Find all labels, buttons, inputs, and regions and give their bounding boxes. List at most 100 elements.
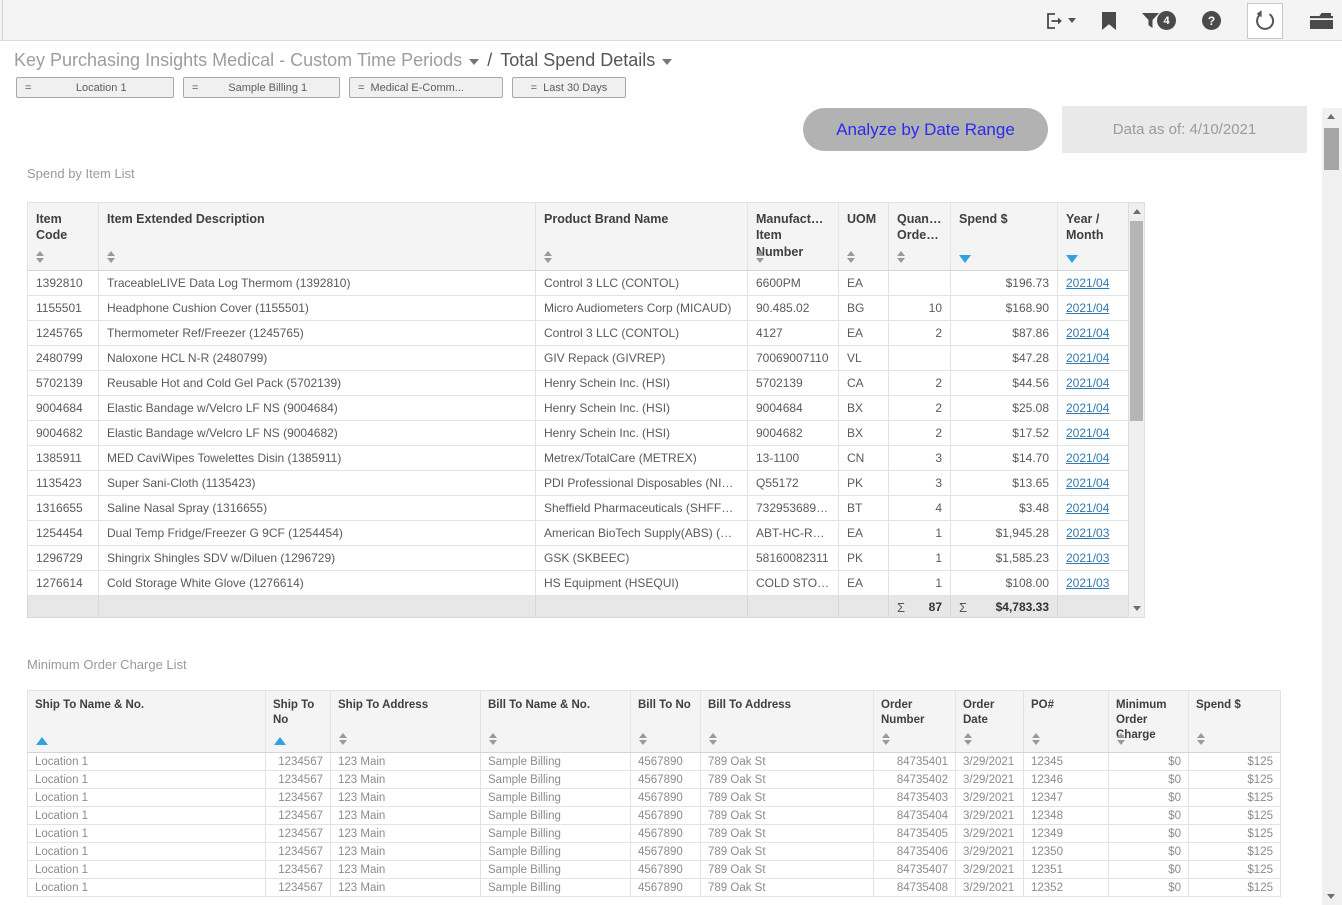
col-header-ship-to-no[interactable]: Ship To No (266, 691, 331, 753)
filter-chip-location[interactable]: =Location 1 (16, 77, 174, 98)
year-month-link[interactable]: 2021/04 (1066, 476, 1109, 490)
order-number-cell: 84735407 (874, 861, 956, 879)
brand-cell: Control 3 LLC (CONTOL) (536, 321, 748, 346)
sort-icon[interactable] (1197, 733, 1206, 745)
refresh-icon[interactable] (1247, 3, 1283, 39)
col-header-mfr-item-number[interactable]: Manufacturer Item Number (748, 203, 839, 271)
ship-to-no-cell: 1234567 (266, 879, 331, 897)
po-cell: 12352 (1024, 879, 1109, 897)
sort-asc-icon[interactable] (36, 737, 48, 745)
col-header-bill-to-address[interactable]: Bill To Address (701, 691, 874, 753)
scroll-up-icon[interactable] (1129, 204, 1144, 219)
folder-icon[interactable] (1309, 11, 1334, 30)
min-order-charge-cell: $0 (1109, 753, 1189, 771)
bill-to-name-cell: Sample Billing (481, 825, 631, 843)
item-code-cell: 9004684 (28, 396, 99, 421)
year-month-link[interactable]: 2021/04 (1066, 326, 1109, 340)
year-month-link[interactable]: 2021/04 (1066, 451, 1109, 465)
sort-asc-icon[interactable] (274, 737, 286, 745)
sort-icon[interactable] (544, 251, 553, 263)
sort-icon[interactable] (36, 251, 45, 263)
spend-table-scrollbar[interactable] (1128, 202, 1145, 618)
col-header-po[interactable]: PO# (1024, 691, 1109, 753)
col-header-order-number[interactable]: Order Number (874, 691, 956, 753)
year-month-link[interactable]: 2021/04 (1066, 501, 1109, 515)
scrollbar-thumb[interactable] (1324, 128, 1339, 170)
order-date-cell: 3/29/2021 (956, 879, 1024, 897)
sort-icon[interactable] (882, 733, 891, 745)
quantity-cell: 3 (889, 446, 951, 471)
sort-icon[interactable] (1117, 733, 1126, 745)
year-month-link[interactable]: 2021/04 (1066, 301, 1109, 315)
year-month-link[interactable]: 2021/03 (1066, 551, 1109, 565)
year-month-cell: 2021/04 (1058, 296, 1129, 321)
export-icon[interactable] (1044, 11, 1076, 31)
bill-to-no-cell: 4567890 (631, 861, 701, 879)
year-month-link[interactable]: 2021/04 (1066, 376, 1109, 390)
year-month-link[interactable]: 2021/03 (1066, 526, 1109, 540)
sort-icon[interactable] (756, 251, 765, 263)
sort-icon[interactable] (897, 251, 906, 263)
col-header-item-description[interactable]: Item Extended Description (99, 203, 536, 271)
sort-icon[interactable] (1032, 733, 1041, 745)
sort-icon[interactable] (107, 251, 116, 263)
topbar: 4 ? (0, 0, 1342, 41)
scrollbar-thumb[interactable] (1130, 221, 1143, 421)
sort-icon[interactable] (639, 733, 648, 745)
bill-to-name-cell: Sample Billing (481, 807, 631, 825)
col-header-moc-spend[interactable]: Spend $ (1189, 691, 1281, 753)
spend-table-row: 1254454 Dual Temp Fridge/Freezer G 9CF (… (28, 521, 1129, 546)
sort-desc-icon[interactable] (959, 255, 971, 263)
page-scrollbar[interactable] (1322, 108, 1342, 905)
col-header-bill-to-name[interactable]: Bill To Name & No. (481, 691, 631, 753)
scroll-down-icon[interactable] (1322, 889, 1340, 904)
col-header-ship-to-address[interactable]: Ship To Address (331, 691, 481, 753)
scroll-down-icon[interactable] (1129, 601, 1144, 616)
col-header-spend[interactable]: Spend $ (951, 203, 1058, 271)
filter-chip-date-range[interactable]: =Last 30 Days (512, 77, 626, 98)
uom-cell: BT (839, 496, 889, 521)
analyze-by-date-range-button[interactable]: Analyze by Date Range (803, 108, 1048, 151)
sort-icon[interactable] (489, 733, 498, 745)
year-month-link[interactable]: 2021/04 (1066, 401, 1109, 415)
quantity-cell: 1 (889, 521, 951, 546)
ship-to-no-cell: 1234567 (266, 807, 331, 825)
year-month-link[interactable]: 2021/04 (1066, 426, 1109, 440)
item-code-cell: 2480799 (28, 346, 99, 371)
sort-icon[interactable] (964, 733, 973, 745)
col-header-brand[interactable]: Product Brand Name (536, 203, 748, 271)
col-header-year-month[interactable]: Year / Month (1058, 203, 1129, 271)
scroll-up-icon[interactable] (1322, 109, 1340, 124)
uom-cell: PK (839, 546, 889, 571)
moc-table-title: Minimum Order Charge List (27, 657, 187, 672)
help-icon[interactable]: ? (1202, 11, 1221, 30)
order-number-cell: 84735405 (874, 825, 956, 843)
year-month-link[interactable]: 2021/04 (1066, 351, 1109, 365)
moc-spend-cell: $125 (1189, 771, 1281, 789)
breadcrumb-page-dropdown[interactable]: Total Spend Details (500, 50, 672, 71)
col-header-item-code[interactable]: Item Code (28, 203, 99, 271)
col-header-order-date[interactable]: Order Date (956, 691, 1024, 753)
col-header-quantity-ordered[interactable]: Quantity Ordered (889, 203, 951, 271)
sort-icon[interactable] (709, 733, 718, 745)
year-month-link[interactable]: 2021/03 (1066, 576, 1109, 590)
filter-chip-billing[interactable]: =Sample Billing 1 (183, 77, 340, 98)
sort-icon[interactable] (847, 251, 856, 263)
filter-chip-catalog[interactable]: =Medical E-Comm... (349, 77, 503, 98)
item-code-cell: 1135423 (28, 471, 99, 496)
col-header-bill-to-no[interactable]: Bill To No (631, 691, 701, 753)
col-header-uom[interactable]: UOM (839, 203, 889, 271)
bill-to-address-cell: 789 Oak St (701, 879, 874, 897)
bill-to-name-cell: Sample Billing (481, 771, 631, 789)
col-header-min-order-charge[interactable]: Minimum Order Charge (1109, 691, 1189, 753)
breadcrumb-report-dropdown[interactable]: Key Purchasing Insights Medical - Custom… (14, 50, 479, 71)
year-month-link[interactable]: 2021/04 (1066, 276, 1109, 290)
filter-icon[interactable]: 4 (1142, 11, 1176, 30)
uom-cell: BX (839, 396, 889, 421)
ship-to-address-cell: 123 Main (331, 861, 481, 879)
ship-to-no-cell: 1234567 (266, 843, 331, 861)
sort-desc-icon[interactable] (1066, 255, 1078, 263)
bookmark-icon[interactable] (1102, 12, 1116, 30)
col-header-ship-to-name[interactable]: Ship To Name & No. (28, 691, 266, 753)
sort-icon[interactable] (339, 733, 348, 745)
